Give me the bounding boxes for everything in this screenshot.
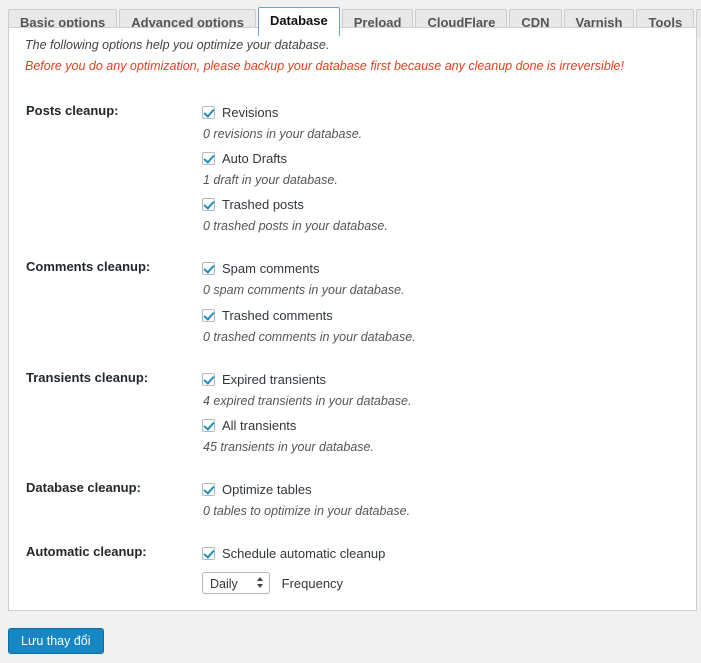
settings-form-table: Posts cleanup: Revisions 0 revisions in …	[9, 91, 696, 610]
checkbox-revisions-label: Revisions	[222, 105, 279, 120]
field-database-cleanup: Optimize tables 0 tables to optimize in …	[199, 468, 696, 532]
label-automatic-cleanup: Automatic cleanup:	[26, 544, 147, 559]
intro-line: The following options help you optimize …	[25, 38, 330, 52]
checkbox-trashed-comments-box[interactable]	[202, 308, 215, 322]
checkbox-schedule-automatic-cleanup[interactable]: Schedule automatic cleanup	[202, 544, 686, 563]
label-database-cleanup: Database cleanup:	[26, 479, 141, 495]
row-automatic-cleanup: Automatic cleanup: Schedule automatic cl…	[9, 532, 696, 606]
checkbox-all-transients[interactable]: All transients	[202, 416, 686, 435]
frequency-select[interactable]: Daily	[202, 572, 270, 594]
checkbox-revisions-box[interactable]	[202, 106, 215, 119]
checkbox-spam-comments[interactable]: Spam comments	[202, 259, 686, 278]
database-settings-panel: The following options help you optimize …	[8, 27, 697, 611]
desc-optimize-tables: 0 tables to optimize in your database.	[203, 503, 411, 518]
intro-text: The following options help you optimize …	[9, 28, 696, 73]
frequency-label: Frequency	[281, 575, 344, 591]
desc-expired-transients: 4 expired transients in your database.	[203, 393, 412, 408]
desc-spam-comments: 0 spam comments in your database.	[203, 283, 405, 298]
checkbox-trashed-comments-label: Trashed comments	[222, 307, 333, 323]
row-database-cleanup: Database cleanup: Optimize tables 0 tabl…	[9, 468, 696, 532]
checkbox-all-transients-label: All transients	[222, 417, 297, 433]
checkbox-trashed-comments[interactable]: Trashed comments	[202, 306, 686, 325]
checkbox-trashed-posts-label: Trashed posts	[222, 197, 304, 213]
checkbox-revisions[interactable]: Revisions	[202, 103, 686, 122]
frequency-row: Daily Frequency	[202, 572, 686, 594]
field-run-cleanup: Save and optimizeOptimize If you made an…	[199, 606, 696, 610]
checkbox-schedule-automatic-cleanup-label: Schedule automatic cleanup	[222, 546, 386, 561]
label-posts-cleanup: Posts cleanup:	[26, 103, 119, 118]
checkbox-all-transients-box[interactable]	[202, 418, 215, 432]
backup-warning: Before you do any optimization, please b…	[25, 59, 624, 73]
footer: Lưu thay đổi	[0, 611, 701, 654]
row-transients-cleanup: Transients cleanup: Expired transients 4…	[9, 358, 696, 468]
field-posts-cleanup: Revisions 0 revisions in your database. …	[199, 91, 696, 247]
label-comments-cleanup: Comments cleanup:	[26, 259, 151, 275]
label-run-cleanup: Run cleanup:	[9, 606, 199, 610]
row-posts-cleanup: Posts cleanup: Revisions 0 revisions in …	[9, 91, 696, 247]
row-run-cleanup: Run cleanup: Save and optimizeOptimize I…	[9, 606, 696, 610]
checkbox-auto-drafts-label: Auto Drafts	[222, 151, 288, 167]
row-comments-cleanup: Comments cleanup: Spam comments 0 spam c…	[9, 247, 696, 357]
checkbox-auto-drafts-box[interactable]	[202, 152, 215, 166]
checkbox-trashed-posts-box[interactable]	[202, 198, 215, 212]
checkbox-expired-transients-box[interactable]	[202, 372, 215, 386]
desc-revisions: 0 revisions in your database.	[203, 127, 363, 141]
tab-bar: Basic options Advanced options Database Pre…	[0, 0, 701, 37]
field-comments-cleanup: Spam comments 0 spam comments in your da…	[199, 247, 696, 357]
checkbox-auto-drafts[interactable]: Auto Drafts	[202, 149, 686, 168]
updown-arrows-icon	[257, 577, 264, 591]
checkbox-schedule-automatic-cleanup-box[interactable]	[202, 547, 215, 560]
desc-all-transients: 45 transients in your database.	[203, 439, 374, 454]
field-automatic-cleanup: Schedule automatic cleanup Daily Frequen…	[199, 532, 696, 606]
checkbox-optimize-tables-label: Optimize tables	[222, 481, 312, 497]
checkbox-optimize-tables-box[interactable]	[202, 482, 215, 496]
field-transients-cleanup: Expired transients 4 expired transients …	[199, 358, 696, 468]
checkbox-optimize-tables[interactable]: Optimize tables	[202, 480, 686, 499]
label-transients-cleanup: Transients cleanup:	[26, 369, 149, 385]
checkbox-trashed-posts[interactable]: Trashed posts	[202, 195, 686, 214]
desc-trashed-posts: 0 trashed posts in your database.	[203, 219, 388, 234]
checkbox-expired-transients-label: Expired transients	[222, 371, 327, 387]
checkbox-expired-transients[interactable]: Expired transients	[202, 370, 686, 389]
checkbox-spam-comments-label: Spam comments	[222, 261, 320, 277]
save-changes-button[interactable]: Lưu thay đổi	[8, 628, 104, 654]
checkbox-spam-comments-box[interactable]	[202, 262, 215, 276]
frequency-select-value: Daily	[210, 577, 238, 591]
tab-database[interactable]: Database	[257, 7, 340, 36]
desc-auto-drafts: 1 draft in your database.	[203, 173, 338, 188]
desc-trashed-comments: 0 trashed comments in your database.	[203, 329, 416, 344]
